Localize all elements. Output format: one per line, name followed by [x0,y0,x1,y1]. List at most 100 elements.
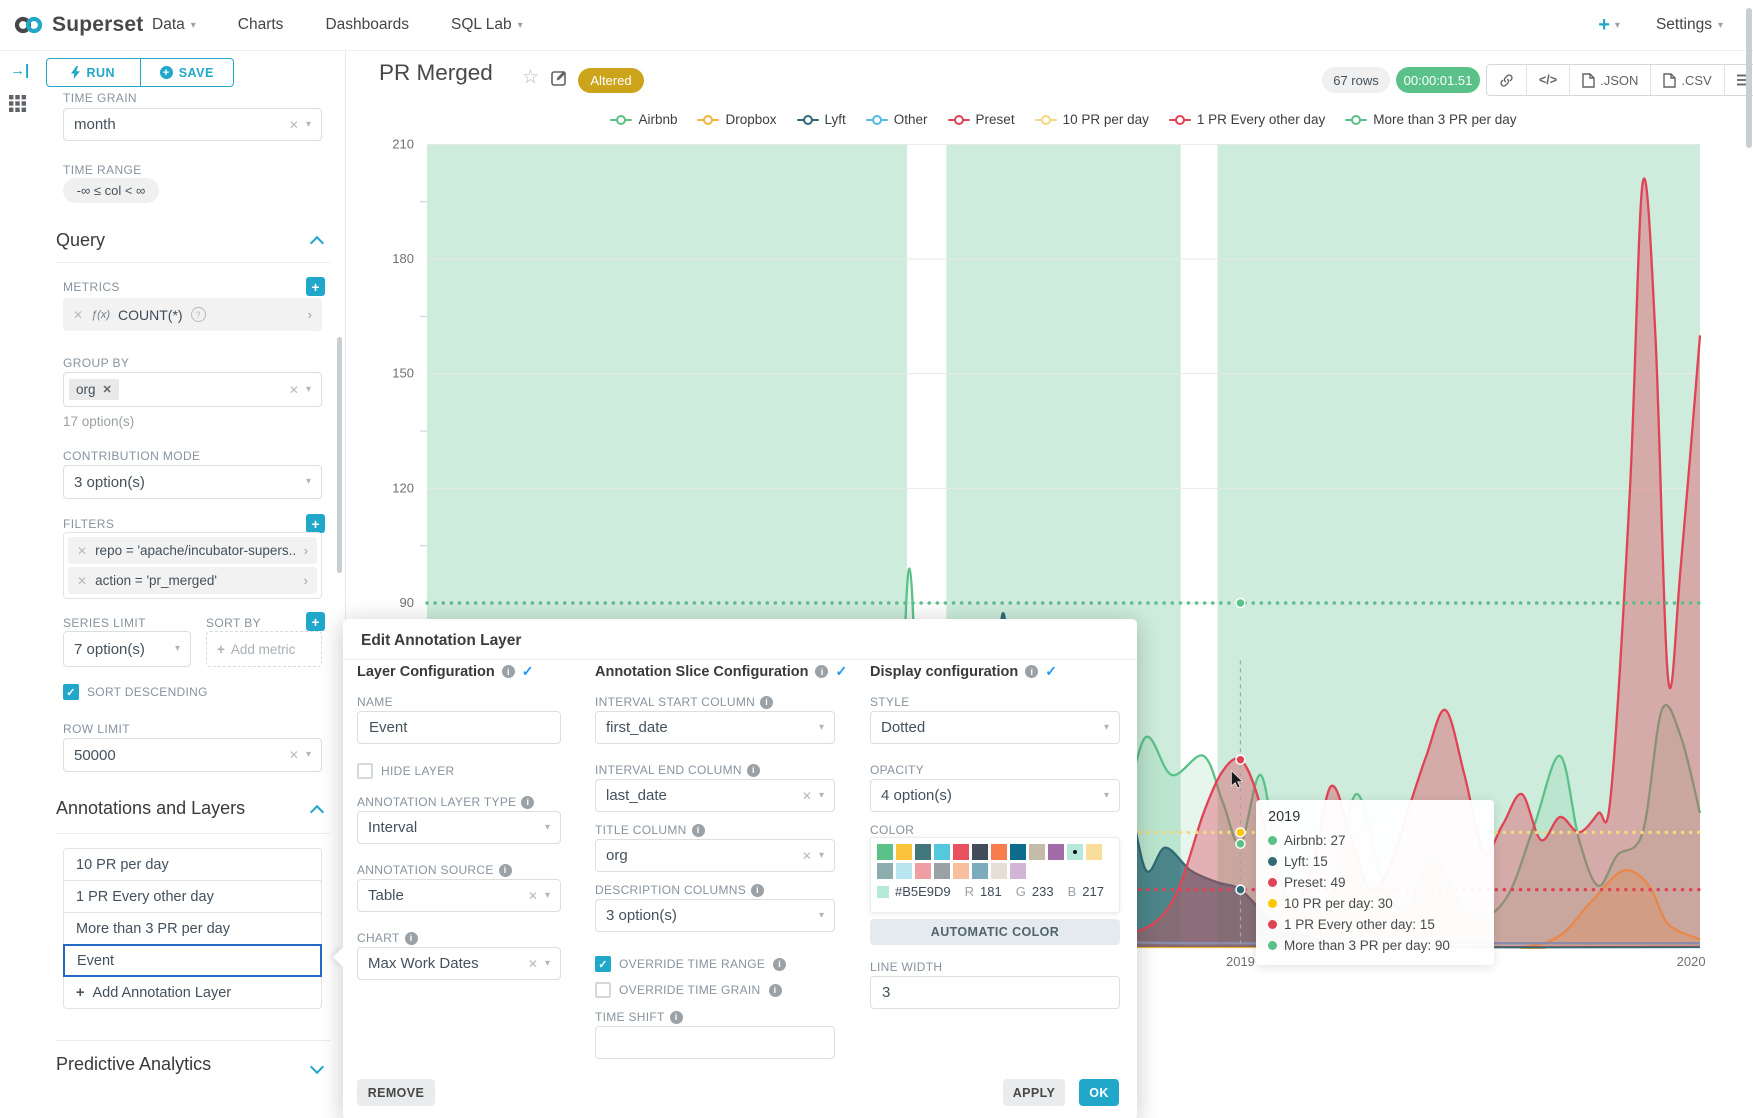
color-swatch[interactable] [953,844,969,860]
annotation-layer-item[interactable]: 1 PR Every other day [63,880,322,913]
description-columns-select[interactable]: 3 option(s) ▾ [595,899,835,932]
metric-pill[interactable]: ✕ ƒ(x) COUNT(*) ? › [63,298,322,331]
ok-button[interactable]: OK [1079,1079,1119,1106]
clear-icon[interactable]: ✕ [802,790,812,802]
color-swatch[interactable] [896,844,912,860]
color-swatch[interactable] [934,863,950,879]
time-shift-input[interactable] [595,1026,835,1059]
remove-filter-icon[interactable]: ✕ [77,575,87,587]
clear-icon[interactable]: ✕ [528,890,538,902]
legend-item[interactable]: Dropbox [697,112,776,127]
superset-logo[interactable]: Superset [14,0,143,50]
legend-item[interactable]: Preset [948,112,1015,127]
group-by-select[interactable]: org ✕ ✕ ▾ [63,372,322,407]
b-value[interactable]: 217 [1082,884,1104,899]
edit-title-icon[interactable] [551,69,568,86]
clear-icon[interactable]: ✕ [289,749,299,761]
name-input[interactable] [357,711,561,744]
color-swatch[interactable] [915,863,931,879]
clear-icon[interactable]: ✕ [289,119,299,131]
collapse-section-icon[interactable] [310,236,324,250]
color-swatch[interactable] [1010,844,1026,860]
add-menu-button[interactable]: + ▾ [1598,14,1620,37]
remove-tag-icon[interactable]: ✕ [103,383,112,396]
embed-code-button[interactable]: </> [1527,65,1570,95]
series-limit-select[interactable]: 7 option(s) ▾ [63,631,191,667]
interval-start-select[interactable]: first_date ▾ [595,711,835,744]
expand-section-icon[interactable] [310,1060,324,1074]
add-sort-metric-button[interactable]: + [306,612,325,631]
interval-end-select[interactable]: last_date ✕ ▾ [595,779,835,812]
export-csv-button[interactable]: .CSV [1651,65,1724,95]
row-limit-select[interactable]: 50000 ✕ ▾ [63,738,322,772]
run-button[interactable]: RUN [47,59,141,86]
color-swatch[interactable] [896,863,912,879]
style-select[interactable]: Dotted ▾ [870,711,1120,744]
collapse-section-icon[interactable] [310,805,324,819]
automatic-color-button[interactable]: AUTOMATIC COLOR [870,919,1120,945]
settings-menu[interactable]: Settings ▾ [1656,16,1723,34]
copy-link-button[interactable] [1487,65,1527,95]
remove-filter-icon[interactable]: ✕ [77,545,87,557]
group-by-tag[interactable]: org ✕ [69,379,119,400]
line-width-input[interactable] [870,976,1120,1009]
clear-icon[interactable]: ✕ [802,850,812,862]
color-swatch[interactable] [1010,863,1026,879]
hex-value[interactable]: #B5E9D9 [895,884,951,899]
chart-source-select[interactable]: Max Work Dates ✕ ▾ [357,947,561,980]
color-swatch[interactable] [877,863,893,879]
remove-button[interactable]: REMOVE [357,1079,435,1106]
export-json-button[interactable]: .JSON [1570,65,1651,95]
color-swatch[interactable] [1067,844,1083,860]
legend-item[interactable]: Lyft [797,112,846,127]
annotation-layer-item[interactable]: More than 3 PR per day [63,912,322,945]
color-swatch[interactable] [877,844,893,860]
nav-item-sql-lab[interactable]: SQL Lab▾ [451,16,523,34]
nav-item-data[interactable]: Data▾ [152,16,196,34]
color-swatch[interactable] [915,844,931,860]
annotation-source-select[interactable]: Table ✕ ▾ [357,879,561,912]
title-column-select[interactable]: org ✕ ▾ [595,839,835,872]
color-swatch[interactable] [972,863,988,879]
annotation-layer-item[interactable]: Event [63,944,322,977]
altered-badge[interactable]: Altered [578,68,644,93]
favorite-star-icon[interactable]: ☆ [522,66,539,89]
g-value[interactable]: 233 [1032,884,1054,899]
filter-pill[interactable]: ✕action = 'pr_merged'› [68,567,317,594]
override-time-grain-checkbox[interactable] [595,982,611,998]
color-swatch[interactable] [1048,844,1064,860]
color-swatch[interactable] [953,863,969,879]
color-swatch[interactable] [991,863,1007,879]
filter-pill[interactable]: ✕repo = 'apache/incubator-supers...› [68,537,317,564]
nav-item-charts[interactable]: Charts [238,16,284,34]
annotation-layer-type-select[interactable]: Interval ▾ [357,811,561,844]
color-swatch[interactable] [972,844,988,860]
nav-item-dashboards[interactable]: Dashboards [325,16,409,34]
legend-item[interactable]: Other [866,112,928,127]
add-annotation-layer-button[interactable]: +Add Annotation Layer [63,976,322,1009]
sort-descending-checkbox[interactable]: ✓ [63,684,79,700]
color-swatch[interactable] [991,844,1007,860]
legend-item[interactable]: More than 3 PR per day [1345,112,1516,127]
remove-metric-icon[interactable]: ✕ [73,309,83,321]
page-scrollbar[interactable] [1746,8,1752,148]
clear-icon[interactable]: ✕ [528,958,538,970]
save-button[interactable]: + SAVE [141,59,234,86]
add-filter-button[interactable]: + [306,514,325,533]
opacity-select[interactable]: 4 option(s) ▾ [870,779,1120,812]
color-swatch[interactable] [934,844,950,860]
legend-item[interactable]: Airbnb [610,112,677,127]
contribution-mode-select[interactable]: 3 option(s) ▾ [63,465,322,499]
apply-button[interactable]: APPLY [1003,1079,1065,1106]
legend-item[interactable]: 1 PR Every other day [1169,112,1325,127]
hide-layer-checkbox[interactable] [357,763,373,779]
panel-scrollbar[interactable] [337,337,342,573]
time-grain-select[interactable]: month ✕ ▾ [63,108,322,141]
legend-item[interactable]: 10 PR per day [1035,112,1149,127]
color-swatch[interactable] [1029,844,1045,860]
clear-icon[interactable]: ✕ [289,384,299,396]
sort-by-input[interactable]: + Add metric [206,631,322,667]
color-swatch[interactable] [1086,844,1102,860]
add-metric-button[interactable]: + [306,277,325,296]
override-time-range-checkbox[interactable]: ✓ [595,956,611,972]
